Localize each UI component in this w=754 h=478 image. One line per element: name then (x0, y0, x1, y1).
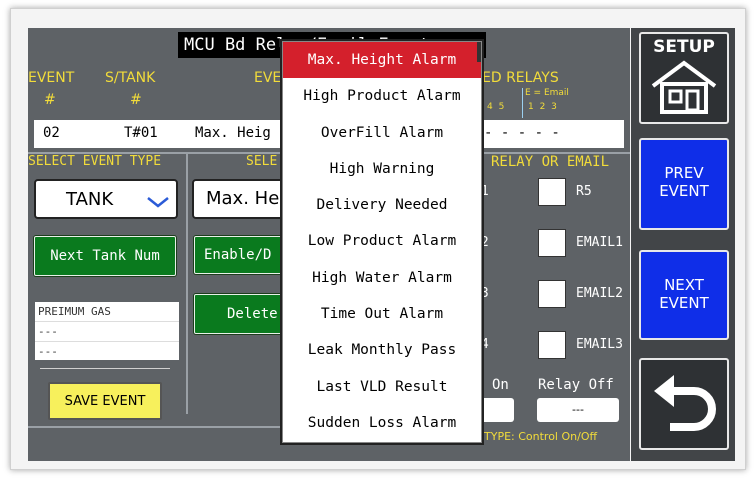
relay-numbers: 4 5 (487, 102, 505, 112)
select-event-label: SELE (246, 154, 278, 169)
next-tank-num-button[interactable]: Next Tank Num (34, 236, 176, 276)
save-divider (40, 368, 170, 369)
dropdown-scrollbar[interactable] (477, 42, 481, 62)
dropdown-item-overfill-alarm[interactable]: OverFill Alarm (283, 115, 481, 151)
relay-off-label: Relay Off (538, 377, 614, 393)
back-button[interactable] (639, 358, 729, 450)
next-event-label-2: EVENT (659, 294, 709, 312)
relay-email-divider (522, 88, 523, 118)
sidebar: SETUP PREV EVENT NEXT EVENT (631, 28, 735, 461)
dropdown-item-delivery-needed[interactable]: Delivery Needed (283, 187, 481, 223)
event-type-select[interactable]: TANK (34, 179, 178, 219)
relays-header: ED RELAYS (482, 70, 559, 86)
relay-r5-checkbox[interactable] (538, 178, 566, 206)
event-row-tank: T#01 (124, 125, 158, 141)
select-event-type-label: SELECT EVENT TYPE (28, 154, 162, 169)
email1-label: EMAIL1 (576, 235, 623, 250)
notes-line: PREIMUM GAS (35, 302, 179, 322)
prev-event-button[interactable]: PREV EVENT (639, 138, 729, 230)
dropdown-item-sudden-loss-alarm[interactable]: Sudden Loss Alarm (283, 405, 481, 441)
type-text: TYPE: Control On/Off (484, 430, 598, 443)
prev-event-label-2: EVENT (659, 182, 709, 200)
notes-line: --- (38, 345, 58, 358)
email-legend: E = Email (525, 88, 569, 98)
event-row-num: 02 (43, 125, 60, 141)
stank-num-header: # (130, 92, 142, 108)
relay-on-field[interactable] (480, 398, 514, 422)
email2-label: EMAIL2 (576, 286, 623, 301)
back-arrow-icon (654, 375, 716, 431)
setup-button[interactable]: SETUP (639, 32, 729, 124)
stank-header: S/TANK (105, 70, 156, 86)
dropdown-item-leak-monthly-pass[interactable]: Leak Monthly Pass (283, 332, 481, 368)
chevron-down-icon (147, 197, 169, 208)
next-event-button[interactable]: NEXT EVENT (639, 250, 729, 340)
column-divider-left (186, 154, 188, 414)
email3-checkbox[interactable] (538, 331, 566, 359)
event-select-value: Max. Hei (206, 188, 285, 209)
relay-r5-label: R5 (576, 184, 592, 199)
email1-checkbox[interactable] (538, 229, 566, 257)
email2-checkbox[interactable] (538, 280, 566, 308)
event-num-header: # (44, 92, 56, 108)
notes-line: --- (35, 322, 179, 342)
event-type-value: TANK (66, 189, 114, 210)
relay-off-field[interactable]: --- (537, 398, 619, 422)
event-row-type: Max. Heig (195, 125, 271, 141)
event-row-relays: - - - - - (484, 125, 560, 141)
event-header: EVENT (28, 70, 75, 86)
dropdown-item-time-out-alarm[interactable]: Time Out Alarm (283, 296, 481, 332)
event-type-dropdown[interactable]: Max. Height Alarm High Product Alarm Ove… (282, 41, 482, 443)
home-icon (651, 60, 717, 114)
dropdown-item-max-height-alarm[interactable]: Max. Height Alarm (283, 42, 481, 79)
dropdown-item-high-warning[interactable]: High Warning (283, 151, 481, 187)
prev-event-label-1: PREV (664, 164, 704, 182)
setup-label: SETUP (653, 37, 715, 57)
tank-notes: PREIMUM GAS --- --- (35, 302, 179, 360)
email3-label: EMAIL3 (576, 337, 623, 352)
email-numbers: 1 2 3 (528, 102, 557, 112)
dropdown-item-low-product-alarm[interactable]: Low Product Alarm (283, 223, 481, 259)
save-event-button[interactable]: SAVE EVENT (48, 382, 162, 420)
relay-on-label: On (492, 377, 509, 393)
dropdown-item-last-vld-result[interactable]: Last VLD Result (283, 369, 481, 405)
dropdown-item-high-product-alarm[interactable]: High Product Alarm (283, 78, 481, 114)
next-event-label-1: NEXT (664, 276, 704, 294)
dropdown-item-high-water-alarm[interactable]: High Water Alarm (283, 260, 481, 296)
relay-or-email-label: RELAY OR EMAIL (491, 154, 610, 170)
